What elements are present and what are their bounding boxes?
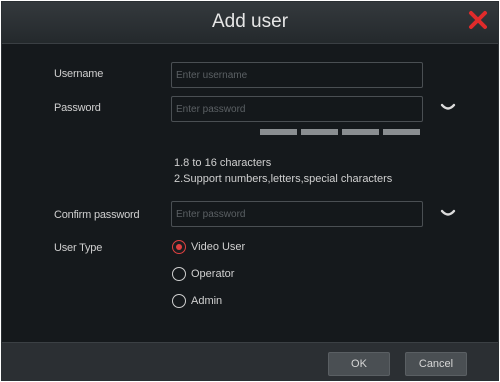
strength-segment xyxy=(342,129,379,135)
radio-label: Operator xyxy=(191,268,235,280)
confirm-password-label: Confirm password xyxy=(54,209,140,221)
radio-unchecked-icon[interactable] xyxy=(172,294,186,308)
dialog-titlebar: Add user xyxy=(2,2,498,44)
radio-admin[interactable]: Admin xyxy=(172,294,222,308)
dialog-footer: OK Cancel xyxy=(2,342,498,380)
radio-label: Video User xyxy=(191,241,246,253)
radio-unchecked-icon[interactable] xyxy=(172,267,186,281)
confirm-password-input[interactable] xyxy=(171,201,423,227)
password-input[interactable] xyxy=(171,96,423,122)
ok-button[interactable]: OK xyxy=(328,352,390,376)
chevron-down-icon[interactable] xyxy=(440,209,456,219)
radio-checked-icon[interactable] xyxy=(172,240,186,254)
username-label: Username xyxy=(54,68,104,80)
strength-segment xyxy=(301,129,338,135)
user-type-label: User Type xyxy=(54,242,103,254)
radio-video-user[interactable]: Video User xyxy=(172,240,245,254)
password-strength-meter xyxy=(260,129,420,135)
cancel-button[interactable]: Cancel xyxy=(405,352,467,376)
password-label: Password xyxy=(54,102,101,114)
radio-label: Admin xyxy=(191,295,223,307)
radio-operator[interactable]: Operator xyxy=(172,267,234,281)
username-input[interactable] xyxy=(171,62,423,88)
password-hint-chars: 2.Support numbers,letters,special charac… xyxy=(174,173,393,185)
strength-segment xyxy=(260,129,297,135)
close-icon[interactable] xyxy=(466,8,490,32)
strength-segment xyxy=(383,129,420,135)
dialog-title: Add user xyxy=(211,11,289,32)
chevron-down-icon[interactable] xyxy=(440,103,456,113)
password-hint-length: 1.8 to 16 characters xyxy=(174,157,272,169)
add-user-dialog: Add user Username Password 1.8 to 16 cha… xyxy=(1,1,499,381)
